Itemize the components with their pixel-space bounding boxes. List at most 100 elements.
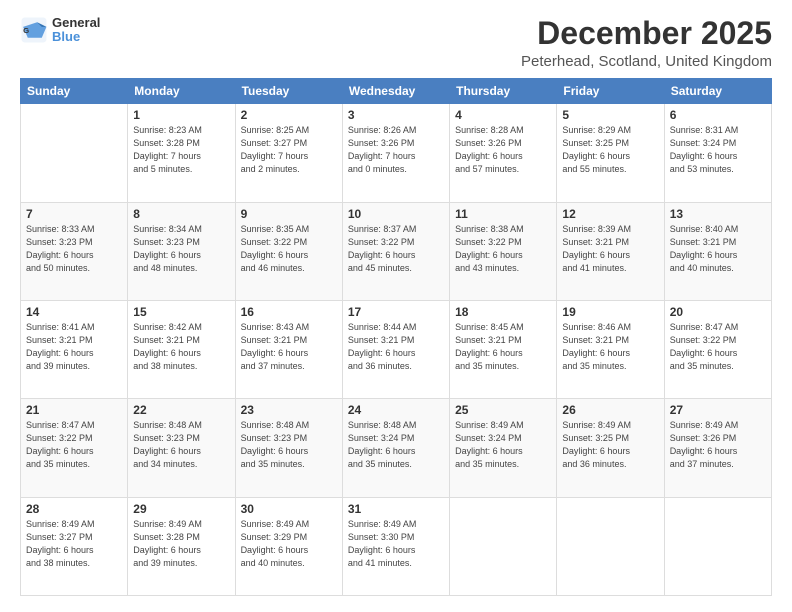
day-number: 21 (26, 403, 122, 417)
calendar-cell: 27Sunrise: 8:49 AMSunset: 3:26 PMDayligh… (664, 399, 771, 497)
day-number: 24 (348, 403, 444, 417)
calendar-table: SundayMondayTuesdayWednesdayThursdayFrid… (20, 78, 772, 596)
day-info: Sunrise: 8:34 AMSunset: 3:23 PMDaylight:… (133, 223, 229, 275)
calendar-cell (21, 104, 128, 202)
week-row-5: 28 Sunrise: 8:49 AMSunset: 3:27 PMDayligh… (21, 497, 772, 595)
day-info: Sunrise: 8:48 AMSunset: 3:23 PMDaylight:… (241, 419, 337, 471)
calendar-cell: 2 Sunrise: 8:25 AMSunset: 3:27 PMDaylight… (235, 104, 342, 202)
col-header-saturday: Saturday (664, 79, 771, 104)
logo-line2: Blue (52, 30, 100, 44)
day-number: 17 (348, 305, 444, 319)
calendar-cell: 29 Sunrise: 8:49 AMSunset: 3:28 PMDayligh… (128, 497, 235, 595)
day-number: 5 (562, 108, 658, 122)
day-info: Sunrise: 8:49 AMSunset: 3:24 PMDaylight:… (455, 419, 551, 471)
day-info: Sunrise: 8:44 AMSunset: 3:21 PMDaylight:… (348, 321, 444, 373)
calendar-cell: 25Sunrise: 8:49 AMSunset: 3:24 PMDayligh… (450, 399, 557, 497)
day-info: Sunrise: 8:47 AMSunset: 3:22 PMDaylight:… (670, 321, 766, 373)
day-number: 22 (133, 403, 229, 417)
day-info: Sunrise: 8:46 AMSunset: 3:21 PMDaylight:… (562, 321, 658, 373)
day-info: Sunrise: 8:43 AMSunset: 3:21 PMDaylight:… (241, 321, 337, 373)
day-info: Sunrise: 8:49 AMSunset: 3:25 PMDaylight:… (562, 419, 658, 471)
calendar-cell: 28 Sunrise: 8:49 AMSunset: 3:27 PMDayligh… (21, 497, 128, 595)
calendar-cell (557, 497, 664, 595)
col-header-sunday: Sunday (21, 79, 128, 104)
day-number: 29 (133, 502, 229, 516)
calendar-cell: 20 Sunrise: 8:47 AMSunset: 3:22 PMDayligh… (664, 300, 771, 398)
calendar-cell: 23 Sunrise: 8:48 AMSunset: 3:23 PMDayligh… (235, 399, 342, 497)
svg-text:G: G (23, 26, 29, 35)
calendar-cell: 30 Sunrise: 8:49 AMSunset: 3:29 PMDayligh… (235, 497, 342, 595)
day-number: 13 (670, 207, 766, 221)
calendar-cell: 22 Sunrise: 8:48 AMSunset: 3:23 PMDayligh… (128, 399, 235, 497)
day-number: 11 (455, 207, 551, 221)
day-number: 10 (348, 207, 444, 221)
calendar-cell: 16 Sunrise: 8:43 AMSunset: 3:21 PMDayligh… (235, 300, 342, 398)
page: G General Blue December 2025 Peterhead, … (0, 0, 792, 612)
day-info: Sunrise: 8:38 AMSunset: 3:22 PMDaylight:… (455, 223, 551, 275)
calendar-cell: 6Sunrise: 8:31 AMSunset: 3:24 PMDaylight… (664, 104, 771, 202)
day-number: 27 (670, 403, 766, 417)
calendar-cell: 17 Sunrise: 8:44 AMSunset: 3:21 PMDayligh… (342, 300, 449, 398)
week-row-4: 21Sunrise: 8:47 AMSunset: 3:22 PMDayligh… (21, 399, 772, 497)
calendar-cell: 24 Sunrise: 8:48 AMSunset: 3:24 PMDayligh… (342, 399, 449, 497)
day-number: 6 (670, 108, 766, 122)
header: G General Blue December 2025 Peterhead, … (20, 16, 772, 70)
week-row-3: 14Sunrise: 8:41 AMSunset: 3:21 PMDayligh… (21, 300, 772, 398)
day-number: 2 (241, 108, 337, 122)
logo-line1: General (52, 16, 100, 30)
day-info: Sunrise: 8:49 AMSunset: 3:29 PMDaylight:… (241, 518, 337, 570)
day-number: 3 (348, 108, 444, 122)
day-number: 4 (455, 108, 551, 122)
calendar-cell: 3 Sunrise: 8:26 AMSunset: 3:26 PMDaylight… (342, 104, 449, 202)
subtitle: Peterhead, Scotland, United Kingdom (521, 53, 772, 70)
logo-text: General Blue (52, 16, 100, 45)
calendar-cell: 13 Sunrise: 8:40 AMSunset: 3:21 PMDayligh… (664, 202, 771, 300)
calendar-cell: 14Sunrise: 8:41 AMSunset: 3:21 PMDayligh… (21, 300, 128, 398)
day-info: Sunrise: 8:45 AMSunset: 3:21 PMDaylight:… (455, 321, 551, 373)
day-info: Sunrise: 8:49 AMSunset: 3:27 PMDaylight:… (26, 518, 122, 570)
day-number: 14 (26, 305, 122, 319)
day-number: 26 (562, 403, 658, 417)
calendar-cell: 19Sunrise: 8:46 AMSunset: 3:21 PMDayligh… (557, 300, 664, 398)
day-info: Sunrise: 8:49 AMSunset: 3:30 PMDaylight:… (348, 518, 444, 570)
calendar-cell: 31Sunrise: 8:49 AMSunset: 3:30 PMDayligh… (342, 497, 449, 595)
calendar-cell: 18 Sunrise: 8:45 AMSunset: 3:21 PMDayligh… (450, 300, 557, 398)
day-info: Sunrise: 8:23 AMSunset: 3:28 PMDaylight:… (133, 124, 229, 176)
week-row-1: 1Sunrise: 8:23 AMSunset: 3:28 PMDaylight… (21, 104, 772, 202)
col-header-friday: Friday (557, 79, 664, 104)
day-number: 28 (26, 502, 122, 516)
day-number: 7 (26, 207, 122, 221)
day-number: 23 (241, 403, 337, 417)
calendar-cell: 9 Sunrise: 8:35 AMSunset: 3:22 PMDaylight… (235, 202, 342, 300)
day-info: Sunrise: 8:39 AMSunset: 3:21 PMDaylight:… (562, 223, 658, 275)
day-number: 16 (241, 305, 337, 319)
day-info: Sunrise: 8:40 AMSunset: 3:21 PMDaylight:… (670, 223, 766, 275)
day-number: 9 (241, 207, 337, 221)
calendar-cell (664, 497, 771, 595)
day-info: Sunrise: 8:35 AMSunset: 3:22 PMDaylight:… (241, 223, 337, 275)
calendar-cell: 10Sunrise: 8:37 AMSunset: 3:22 PMDayligh… (342, 202, 449, 300)
day-number: 20 (670, 305, 766, 319)
logo-icon: G (20, 16, 48, 44)
day-number: 18 (455, 305, 551, 319)
week-row-2: 7Sunrise: 8:33 AMSunset: 3:23 PMDaylight… (21, 202, 772, 300)
calendar-cell: 11 Sunrise: 8:38 AMSunset: 3:22 PMDayligh… (450, 202, 557, 300)
col-header-thursday: Thursday (450, 79, 557, 104)
col-header-wednesday: Wednesday (342, 79, 449, 104)
day-number: 30 (241, 502, 337, 516)
day-info: Sunrise: 8:48 AMSunset: 3:24 PMDaylight:… (348, 419, 444, 471)
day-info: Sunrise: 8:25 AMSunset: 3:27 PMDaylight:… (241, 124, 337, 176)
calendar-cell: 12Sunrise: 8:39 AMSunset: 3:21 PMDayligh… (557, 202, 664, 300)
col-header-monday: Monday (128, 79, 235, 104)
calendar-cell: 1Sunrise: 8:23 AMSunset: 3:28 PMDaylight… (128, 104, 235, 202)
day-info: Sunrise: 8:26 AMSunset: 3:26 PMDaylight:… (348, 124, 444, 176)
day-info: Sunrise: 8:28 AMSunset: 3:26 PMDaylight:… (455, 124, 551, 176)
day-info: Sunrise: 8:48 AMSunset: 3:23 PMDaylight:… (133, 419, 229, 471)
calendar-cell: 26 Sunrise: 8:49 AMSunset: 3:25 PMDayligh… (557, 399, 664, 497)
header-row: SundayMondayTuesdayWednesdayThursdayFrid… (21, 79, 772, 104)
title-section: December 2025 Peterhead, Scotland, Unite… (521, 16, 772, 70)
col-header-tuesday: Tuesday (235, 79, 342, 104)
main-title: December 2025 (521, 16, 772, 51)
day-info: Sunrise: 8:42 AMSunset: 3:21 PMDaylight:… (133, 321, 229, 373)
day-info: Sunrise: 8:49 AMSunset: 3:28 PMDaylight:… (133, 518, 229, 570)
